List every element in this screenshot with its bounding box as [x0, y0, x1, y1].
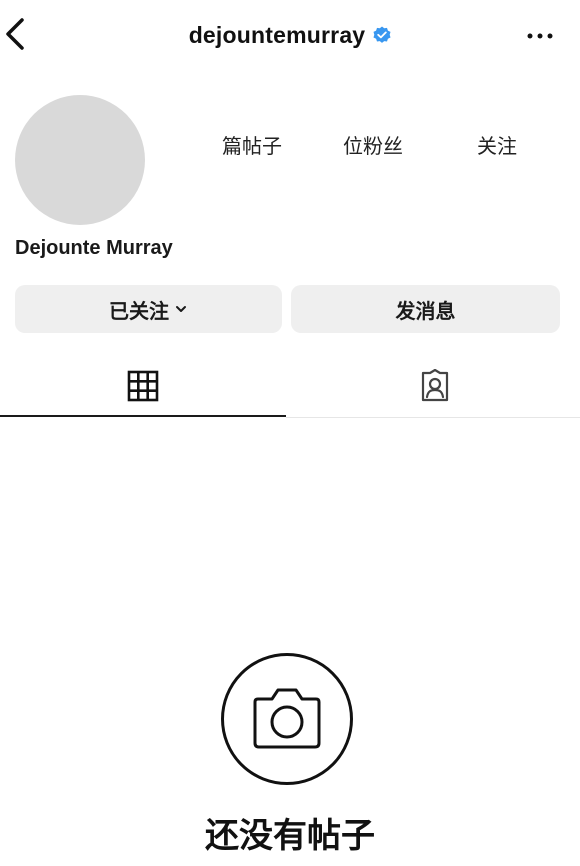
display-name: Dejounte Murray — [15, 237, 173, 259]
chevron-down-icon — [176, 306, 186, 312]
followers-label: 位粉丝 — [343, 134, 403, 158]
avatar[interactable] — [15, 95, 145, 225]
message-button[interactable]: 发消息 — [291, 285, 560, 333]
tabs-divider — [286, 417, 580, 418]
more-horizontal-icon — [527, 33, 553, 39]
message-button-label: 发消息 — [395, 298, 456, 323]
more-options-button[interactable] — [524, 22, 556, 48]
grid-icon — [127, 370, 159, 402]
following-stat[interactable]: 关注 — [477, 130, 517, 159]
posts-label: 篇帖子 — [222, 134, 282, 158]
following-button[interactable]: 已关注 — [15, 285, 282, 333]
following-label: 关注 — [477, 134, 517, 158]
profile-title: dejountemurray — [0, 20, 580, 50]
followers-stat[interactable]: 位粉丝 — [343, 130, 403, 159]
empty-state-text: 还没有帖子 — [205, 816, 375, 856]
tagged-photos-icon — [421, 369, 449, 402]
tab-posts-grid[interactable] — [0, 355, 286, 417]
active-tab-indicator — [0, 415, 286, 417]
top-bar: dejountemurray — [0, 0, 580, 70]
tab-tagged[interactable] — [290, 355, 580, 417]
verified-badge-icon — [373, 26, 391, 43]
following-button-label: 已关注 — [109, 298, 169, 323]
username: dejountemurray — [188, 21, 366, 48]
camera-icon — [221, 653, 353, 785]
posts-stat[interactable]: 篇帖子 — [222, 130, 282, 159]
